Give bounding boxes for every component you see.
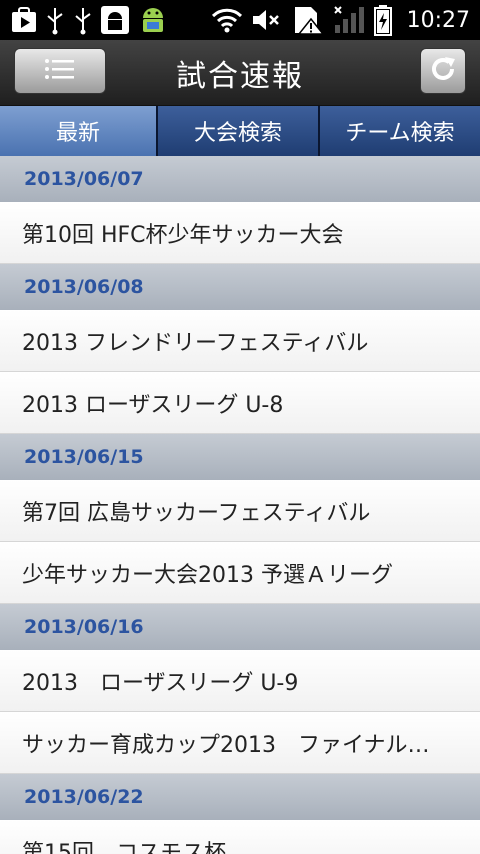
date-header: 2013/06/08 xyxy=(0,264,480,310)
list-item-label: 少年サッカー大会2013 予選Ａリーグ xyxy=(22,562,393,588)
list-item-label: 第15回 コスモス杯 xyxy=(22,840,226,854)
tab-team-search[interactable]: チーム検索 xyxy=(320,106,480,156)
list-icon xyxy=(44,57,76,85)
play-store-icon xyxy=(10,3,38,37)
battery-charging-icon xyxy=(373,3,393,37)
list-item-label: 2013 ローザスリーグ U-9 xyxy=(22,670,299,696)
mute-icon xyxy=(251,3,283,37)
list-item[interactable]: 第10回 HFC杯少年サッカー大会 xyxy=(0,202,480,264)
list-item-label: 2013 ローザスリーグ U-8 xyxy=(22,392,284,418)
signal-icon xyxy=(333,3,365,37)
list-item[interactable]: 第15回 コスモス杯 xyxy=(0,820,480,854)
usb-icon xyxy=(44,3,66,37)
list-item-label: サッカー育成カップ2013 ファイナル… xyxy=(22,732,430,758)
sd-card-warning-icon xyxy=(291,3,325,37)
android-debug-icon xyxy=(100,3,130,37)
wifi-icon xyxy=(211,3,243,37)
date-header: 2013/06/16 xyxy=(0,604,480,650)
list-item-label: 第10回 HFC杯少年サッカー大会 xyxy=(22,222,344,248)
status-bar: 10:27 xyxy=(0,0,480,40)
date-header: 2013/06/22 xyxy=(0,774,480,820)
date-header: 2013/06/15 xyxy=(0,434,480,480)
refresh-button[interactable] xyxy=(420,48,466,94)
status-time: 10:27 xyxy=(406,7,470,33)
list-item[interactable]: 2013 フレンドリーフェスティバル xyxy=(0,310,480,372)
menu-button[interactable] xyxy=(14,48,106,94)
list-item[interactable]: 2013 ローザスリーグ U-9 xyxy=(0,650,480,712)
android-icon xyxy=(136,3,170,37)
list-item-label: 2013 フレンドリーフェスティバル xyxy=(22,330,369,356)
list-item[interactable]: サッカー育成カップ2013 ファイナル… xyxy=(0,712,480,774)
refresh-icon xyxy=(428,54,458,88)
tab-latest[interactable]: 最新 xyxy=(0,106,158,156)
tab-tournament-search[interactable]: 大会検索 xyxy=(158,106,320,156)
list-item-label: 第7回 広島サッカーフェスティバル xyxy=(22,500,371,526)
app-header: 試合速報 xyxy=(0,40,480,106)
date-header: 2013/06/07 xyxy=(0,156,480,202)
tab-bar: 最新 大会検索 チーム検索 xyxy=(0,106,480,156)
list-item[interactable]: 2013 ローザスリーグ U-8 xyxy=(0,372,480,434)
usb-icon xyxy=(72,3,94,37)
list-item[interactable]: 第7回 広島サッカーフェスティバル xyxy=(0,480,480,542)
list-item[interactable]: 少年サッカー大会2013 予選Ａリーグ xyxy=(0,542,480,604)
match-list[interactable]: 2013/06/07 第10回 HFC杯少年サッカー大会 2013/06/08 … xyxy=(0,156,480,854)
